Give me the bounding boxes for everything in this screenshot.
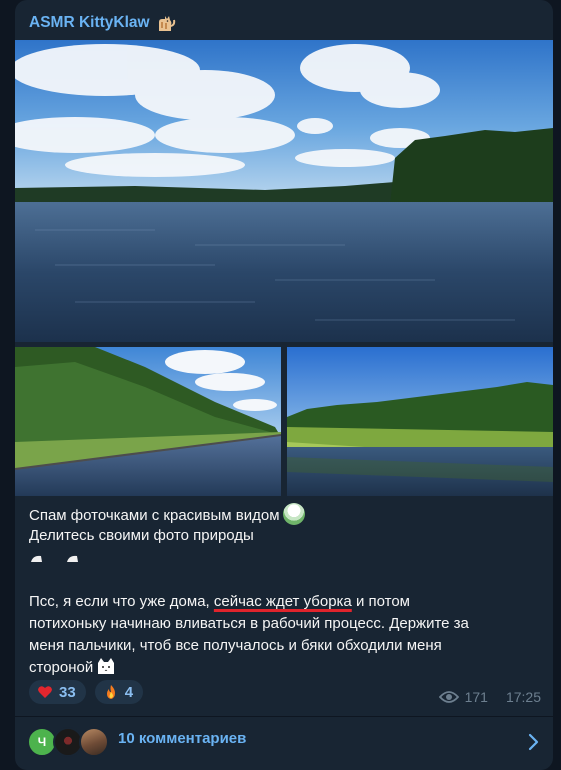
message-text: Спам фоточками с красивым видом Делитесь… <box>29 503 544 679</box>
underlined-text: сейчас ждет уборка <box>213 593 352 610</box>
cat-emoji-icon <box>158 16 175 31</box>
cloud-emoji-icon <box>67 555 78 562</box>
message-line-3 <box>29 547 544 569</box>
photo-river-forest-bank[interactable] <box>15 347 281 496</box>
cat-face-emoji-icon <box>98 658 115 674</box>
photo-river-panorama[interactable] <box>15 40 553 342</box>
message-line-1: Спам фоточками с красивым видом <box>29 503 544 525</box>
channel-name[interactable]: ASMR KittyKlaw <box>29 12 176 34</box>
comments-label: 10 комментариев <box>118 730 247 747</box>
message-line-1-text: Спам фоточками с красивым видом <box>29 507 280 524</box>
heart-icon <box>38 686 52 698</box>
message-paragraph-2: Псс, я если что уже дома, сейчас ждет уб… <box>29 591 544 679</box>
message-text-segment: Псс, я если что уже дома, <box>29 593 214 610</box>
views-count: 171 <box>464 689 488 705</box>
reaction-fire[interactable]: 4 <box>94 680 144 704</box>
reaction-count: 33 <box>59 683 76 701</box>
avatar <box>79 727 109 757</box>
fire-icon <box>106 685 115 699</box>
message-text-segment: стороной <box>29 659 94 676</box>
channel-post: ASMR KittyKlaw Спам фоточками с красивым… <box>15 0 553 770</box>
message-line-2: Делитесь своими фото природы <box>29 525 544 547</box>
message-paragraph-2-line-2: потихоньку начинаю вливаться в рабочий п… <box>29 615 469 632</box>
post-meta: 171 17:25 <box>438 689 541 705</box>
message-paragraph-2-line-1: Псс, я если что уже дома, сейчас ждет уб… <box>29 591 544 613</box>
message-text-segment: и потом <box>351 593 410 610</box>
post-time: 17:25 <box>505 689 541 705</box>
avatar-letter: Ч <box>37 735 47 749</box>
cloud-emoji-icon <box>31 555 42 562</box>
photo-river-meadow[interactable] <box>287 347 553 496</box>
message-paragraph-2-line-4: стороной <box>29 657 544 679</box>
eye-icon <box>438 691 459 703</box>
chevron-right-icon <box>528 733 539 751</box>
park-emoji-icon <box>282 503 305 525</box>
reaction-heart[interactable]: 33 <box>29 680 86 704</box>
message-paragraph-2-line-3: меня пальчики, чтоб все получалось и бяк… <box>29 637 442 654</box>
reaction-count: 4 <box>124 683 134 701</box>
reactions: 33 4 <box>29 680 144 704</box>
channel-name-text: ASMR KittyKlaw <box>29 14 150 31</box>
comments-button[interactable]: Ч 10 комментариев <box>15 717 553 770</box>
message-line-2-text: Делитесь своими фото природы <box>29 527 254 544</box>
